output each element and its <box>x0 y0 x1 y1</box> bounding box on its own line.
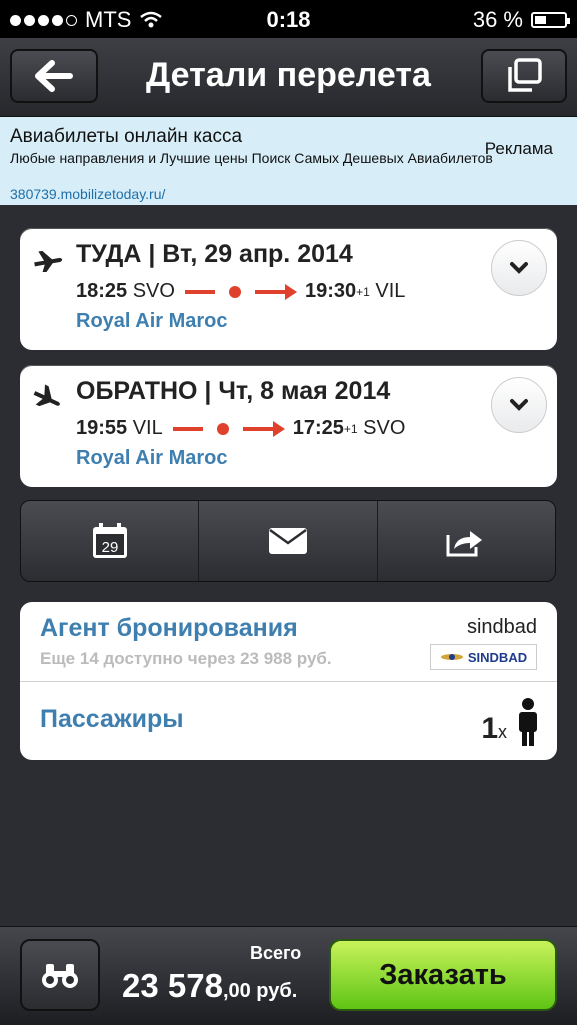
ad-badge: Реклама <box>484 139 553 158</box>
return-dep-time: 19:55 <box>76 417 128 439</box>
wings-icon <box>440 654 463 660</box>
chevron-down-icon <box>510 262 528 274</box>
battery-icon <box>531 12 570 28</box>
booking-group: Агент бронирования Еще 14 доступно через… <box>20 602 557 760</box>
route-line <box>172 422 273 435</box>
outbound-arr-time: 19:30 <box>304 280 357 302</box>
binoculars-button[interactable] <box>20 939 100 1011</box>
passengers-label: Пассажиры <box>40 705 184 733</box>
email-button[interactable] <box>199 501 378 581</box>
back-arrow-icon <box>35 60 73 92</box>
outbound-header: ТУДА | Вт, 29 апр. 2014 <box>76 240 353 268</box>
return-arr-time: 17:25 <box>292 417 344 439</box>
return-airline: Royal Air Maroc <box>76 447 228 469</box>
calendar-day: 29 <box>101 539 118 556</box>
return-flight-card[interactable]: ОБРАТНО | Чт, 8 мая 2014 19:55 VIL 17:25… <box>20 365 557 487</box>
route-arrow-icon <box>272 420 285 437</box>
binoculars-icon <box>42 964 78 988</box>
person-icon <box>519 698 537 746</box>
departure-plane-icon <box>34 250 63 272</box>
price-cents: ,00 руб. <box>222 980 298 1002</box>
outbound-dep-time: 18:25 <box>76 280 128 302</box>
copy-icon <box>508 58 542 92</box>
nav-bar: Детали перелета <box>0 38 577 117</box>
bottom-bar: Всего 23 578,00 руб. Заказать <box>0 926 577 1025</box>
share-icon <box>446 531 483 557</box>
return-expand-button[interactable] <box>491 377 547 433</box>
outbound-expand-button[interactable] <box>491 240 547 296</box>
page-title: Детали перелета <box>146 56 431 94</box>
copy-button[interactable] <box>481 49 567 103</box>
mail-icon <box>268 528 307 554</box>
booking-agent-name: sindbad <box>466 616 537 638</box>
outbound-dep-airport: SVO <box>132 280 175 302</box>
calendar-button[interactable]: 29 <box>21 501 200 581</box>
passenger-multiplier: x <box>498 722 507 742</box>
outbound-arr-offset: +1 <box>356 284 370 299</box>
booking-alternatives: Еще 14 доступно через 23 988 руб. <box>40 649 332 668</box>
outbound-arr-airport: VIL <box>375 280 406 302</box>
outbound-airline: Royal Air Maroc <box>76 310 228 332</box>
booking-agent-row[interactable]: Агент бронирования Еще 14 доступно через… <box>20 602 557 682</box>
route-arrow-icon <box>284 283 297 300</box>
outbound-flight-card[interactable]: ТУДА | Вт, 29 апр. 2014 18:25 SVO 19:30 +… <box>20 228 557 350</box>
route-line <box>184 285 285 298</box>
booking-agent-label: Агент бронирования <box>40 614 298 642</box>
ad-text: Любые направления и Лучшие цены Поиск Са… <box>10 150 493 166</box>
ad-url[interactable]: 380739.mobilizetoday.ru/ <box>10 186 165 202</box>
chevron-down-icon <box>510 399 528 411</box>
passenger-count: 1 <box>481 712 498 745</box>
logo-text: SINDBAD <box>467 649 528 665</box>
return-arr-airport: SVO <box>363 417 406 439</box>
share-button[interactable] <box>378 501 555 581</box>
action-bar: 29 <box>20 500 556 582</box>
battery-percent: 36 % <box>472 7 523 32</box>
return-header: ОБРАТНО | Чт, 8 мая 2014 <box>76 377 391 405</box>
sindbad-logo: SINDBAD <box>430 644 537 670</box>
total-price: 23 578,00 руб. <box>122 967 297 1005</box>
calendar-icon: 29 <box>92 523 127 558</box>
ad-title: Авиабилеты онлайн касса <box>10 126 243 147</box>
return-arr-offset: +1 <box>343 421 358 436</box>
ad-banner[interactable]: Авиабилеты онлайн касса Любые направлени… <box>0 117 577 205</box>
return-dep-airport: VIL <box>132 417 163 439</box>
order-button[interactable]: Заказать <box>329 939 557 1011</box>
total-label: Всего <box>250 943 302 963</box>
arrival-plane-icon <box>33 384 60 407</box>
status-bar: MTS 0:18 36 % <box>0 0 577 38</box>
back-button[interactable] <box>10 49 98 103</box>
price-main: 23 578 <box>122 967 223 1004</box>
